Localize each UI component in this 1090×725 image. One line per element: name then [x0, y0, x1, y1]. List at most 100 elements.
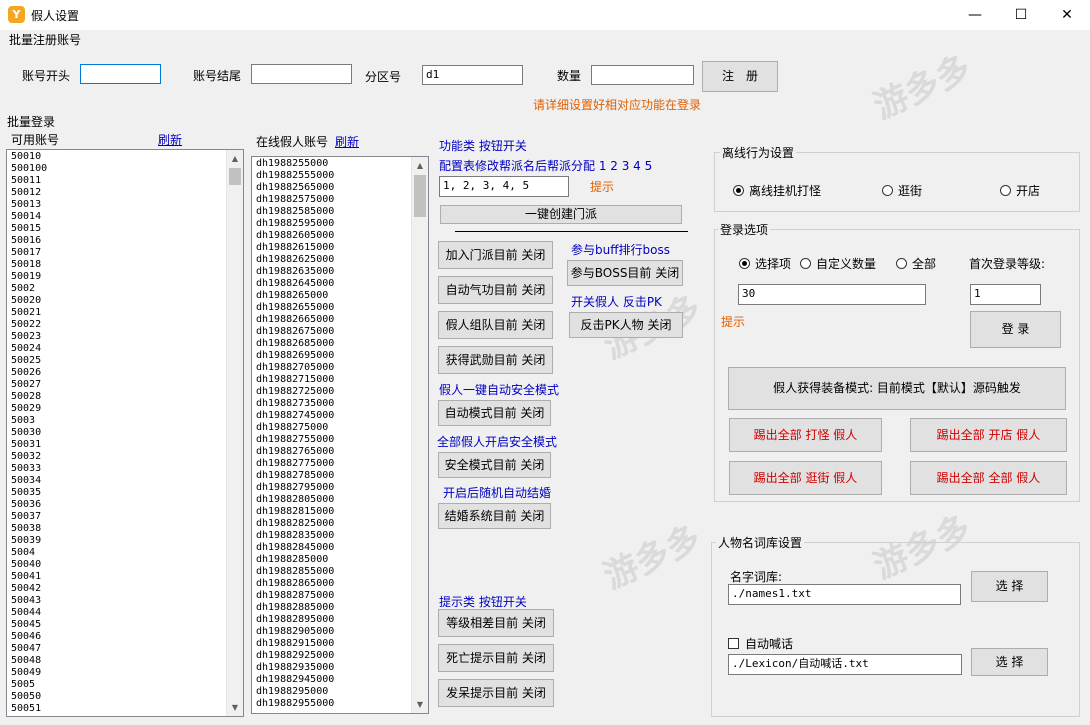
list-item[interactable]: 50010: [11, 151, 243, 163]
list-item[interactable]: 50049: [11, 667, 243, 679]
minimize-button[interactable]: —: [952, 0, 998, 30]
list-item[interactable]: 50030: [11, 427, 243, 439]
auto-shout-checkbox[interactable]: 自动喊话: [728, 635, 793, 652]
list-item[interactable]: dh19882605000: [256, 230, 428, 242]
list-item[interactable]: 50019: [11, 271, 243, 283]
auto-qigong-button[interactable]: 自动气功目前 关闭: [438, 276, 553, 304]
list-item[interactable]: dh1988275000: [256, 422, 428, 434]
list-item[interactable]: dh19882845000: [256, 542, 428, 554]
list-item[interactable]: dh19882745000: [256, 410, 428, 422]
online-list-scrollbar[interactable]: ▲ ▼: [411, 157, 428, 713]
login-count-input[interactable]: 30: [738, 284, 926, 305]
list-item[interactable]: dh1988285000: [256, 554, 428, 566]
list-item[interactable]: dh19882875000: [256, 590, 428, 602]
lexicon-path-input[interactable]: ./names1.txt: [728, 584, 961, 605]
list-item[interactable]: dh19882855000: [256, 566, 428, 578]
list-item[interactable]: 500100: [11, 163, 243, 175]
list-item[interactable]: 50011: [11, 175, 243, 187]
list-item[interactable]: dh19882585000: [256, 206, 428, 218]
list-item[interactable]: dh19882805000: [256, 494, 428, 506]
auto-mode-button[interactable]: 自动模式目前 关闭: [438, 400, 551, 426]
list-item[interactable]: 50051: [11, 703, 243, 715]
list-item[interactable]: 50023: [11, 331, 243, 343]
list-item[interactable]: 50044: [11, 607, 243, 619]
list-item[interactable]: 50013: [11, 199, 243, 211]
list-item[interactable]: 50021: [11, 307, 243, 319]
pk-counter-button[interactable]: 反击PK人物 关闭: [569, 312, 683, 338]
list-item[interactable]: 50037: [11, 511, 243, 523]
count-input[interactable]: [591, 65, 694, 85]
list-item[interactable]: 50018: [11, 259, 243, 271]
list-item[interactable]: 50012: [11, 187, 243, 199]
list-item[interactable]: 50035: [11, 487, 243, 499]
kick-fight-button[interactable]: 踢出全部 打怪 假人: [729, 418, 882, 452]
radio-offline-fight[interactable]: 离线挂机打怪: [733, 182, 821, 199]
account-end-input[interactable]: [251, 64, 352, 84]
safe-mode-button[interactable]: 安全模式目前 关闭: [438, 452, 551, 478]
list-item[interactable]: dh1988295000: [256, 686, 428, 698]
scroll-up-icon[interactable]: ▲: [412, 157, 428, 174]
list-item[interactable]: dh19882685000: [256, 338, 428, 350]
scroll-down-icon[interactable]: ▼: [227, 699, 243, 716]
list-item[interactable]: 50034: [11, 475, 243, 487]
list-item[interactable]: 50025: [11, 355, 243, 367]
list-item[interactable]: dh19882575000: [256, 194, 428, 206]
list-item[interactable]: dh19882915000: [256, 638, 428, 650]
list-item[interactable]: 50024: [11, 343, 243, 355]
list-item[interactable]: dh19882705000: [256, 362, 428, 374]
list-item[interactable]: dh19882775000: [256, 458, 428, 470]
marry-button[interactable]: 结婚系统目前 关闭: [438, 503, 551, 529]
list-item[interactable]: dh19882565000: [256, 182, 428, 194]
list-item[interactable]: dh19882785000: [256, 470, 428, 482]
radio-all[interactable]: 全部: [896, 255, 936, 272]
scroll-thumb[interactable]: [229, 168, 241, 185]
zone-input[interactable]: d1: [422, 65, 523, 85]
list-item[interactable]: 50036: [11, 499, 243, 511]
list-item[interactable]: dh19882725000: [256, 386, 428, 398]
list-item[interactable]: 50050: [11, 691, 243, 703]
radio-select-item[interactable]: 选择项: [739, 255, 791, 272]
list-item[interactable]: dh19882935000: [256, 662, 428, 674]
login-button[interactable]: 登 录: [970, 311, 1061, 348]
radio-offline-shop[interactable]: 开店: [1000, 182, 1040, 199]
idle-tip-button[interactable]: 发呆提示目前 关闭: [438, 679, 554, 707]
list-item[interactable]: 50043: [11, 595, 243, 607]
list-item[interactable]: 50047: [11, 643, 243, 655]
list-item[interactable]: dh19882635000: [256, 266, 428, 278]
list-item[interactable]: dh19882825000: [256, 518, 428, 530]
list-item[interactable]: 5003: [11, 415, 243, 427]
list-item[interactable]: dh19882885000: [256, 602, 428, 614]
list-item[interactable]: 50016: [11, 235, 243, 247]
join-faction-button[interactable]: 加入门派目前 关闭: [438, 241, 553, 269]
online-accounts-list[interactable]: dh1988255000 dh19882555000 dh19882565000 dh…: [251, 156, 429, 714]
list-item[interactable]: dh19882655000: [256, 302, 428, 314]
refresh-online-link[interactable]: 刷新: [335, 133, 359, 150]
list-item[interactable]: dh19882865000: [256, 578, 428, 590]
list-item[interactable]: 50017: [11, 247, 243, 259]
list-item[interactable]: 5004: [11, 547, 243, 559]
list-item[interactable]: 50040: [11, 559, 243, 571]
available-list-scrollbar[interactable]: ▲ ▼: [226, 150, 243, 716]
list-item[interactable]: dh19882555000: [256, 170, 428, 182]
equip-mode-button[interactable]: 假人获得装备模式: 目前模式【默认】源码触发: [728, 367, 1066, 410]
list-item[interactable]: dh19882835000: [256, 530, 428, 542]
list-item[interactable]: dh19882765000: [256, 446, 428, 458]
scroll-down-icon[interactable]: ▼: [412, 696, 428, 713]
list-item[interactable]: 50031: [11, 439, 243, 451]
list-item[interactable]: dh19882695000: [256, 350, 428, 362]
kick-stroll-button[interactable]: 踢出全部 逛街 假人: [729, 461, 882, 495]
list-item[interactable]: 50045: [11, 619, 243, 631]
list-item[interactable]: 50046: [11, 631, 243, 643]
create-faction-button[interactable]: 一键创建门派: [440, 205, 682, 224]
select-lexicon-button[interactable]: 选 择: [971, 571, 1048, 602]
list-item[interactable]: dh19882945000: [256, 674, 428, 686]
list-item[interactable]: 50033: [11, 463, 243, 475]
boss-button[interactable]: 参与BOSS目前 关闭: [567, 260, 683, 286]
list-item[interactable]: dh19882675000: [256, 326, 428, 338]
list-item[interactable]: 50042: [11, 583, 243, 595]
scroll-thumb[interactable]: [414, 175, 426, 217]
list-item[interactable]: 50048: [11, 655, 243, 667]
list-item[interactable]: 50039: [11, 535, 243, 547]
list-item[interactable]: dh19882955000: [256, 698, 428, 710]
list-item[interactable]: 50028: [11, 391, 243, 403]
